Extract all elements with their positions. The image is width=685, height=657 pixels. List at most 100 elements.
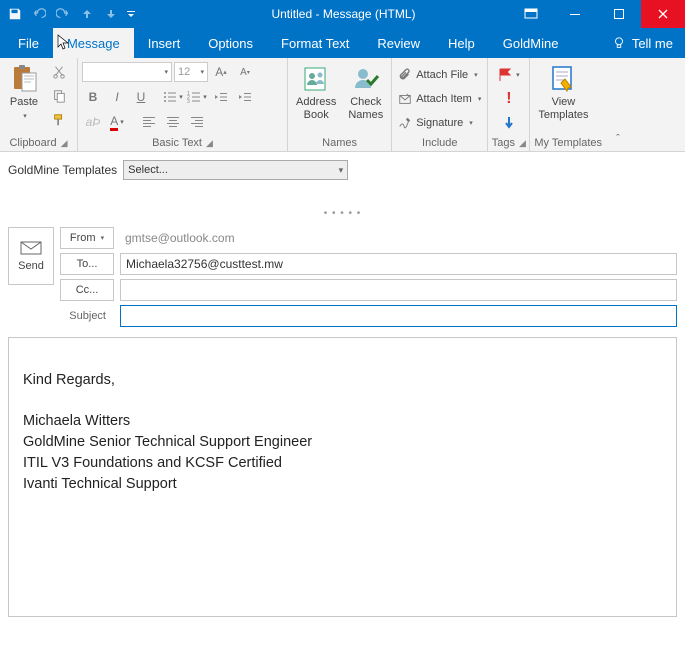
gm-templates-select[interactable]: Select...▾: [123, 160, 348, 180]
launcher-icon[interactable]: ◢: [61, 138, 68, 149]
cut-icon[interactable]: [48, 61, 70, 83]
follow-up-flag-icon[interactable]: ▾: [498, 64, 520, 86]
bold-button[interactable]: B: [82, 86, 104, 108]
attach-item-button[interactable]: Attach Item▾: [396, 88, 483, 110]
body-line: Michaela Witters: [23, 411, 662, 432]
message-header: Send From ▾ gmtse@outlook.com To... Cc..…: [0, 227, 685, 301]
font-name-selector[interactable]: ▾: [82, 62, 172, 82]
group-tags-title: Tags: [492, 137, 515, 149]
copy-icon[interactable]: [48, 85, 70, 107]
view-templates-button[interactable]: View Templates: [534, 61, 592, 123]
italic-button[interactable]: I: [106, 86, 128, 108]
align-center-icon[interactable]: [162, 111, 184, 133]
body-line: GoldMine Senior Technical Support Engine…: [23, 432, 662, 453]
window-title: Untitled - Message (HTML): [138, 7, 509, 21]
ribbon: Paste▾ Clipboard◢ ▾ 12▾ A▴ A▾ B I U: [0, 58, 685, 152]
address-book-label: Address Book: [296, 96, 336, 121]
body-line: Kind Regards,: [23, 370, 662, 391]
check-names-label: Check Names: [348, 96, 383, 121]
subject-label: Subject: [8, 310, 114, 322]
numbering-icon[interactable]: 123▾: [186, 86, 208, 108]
gm-templates-label: GoldMine Templates: [8, 163, 117, 177]
undo-icon[interactable]: [28, 3, 50, 25]
align-left-icon[interactable]: [138, 111, 160, 133]
cc-field[interactable]: [120, 279, 677, 301]
subject-field[interactable]: [120, 305, 677, 327]
paste-button[interactable]: Paste▾: [4, 61, 44, 123]
to-field[interactable]: [120, 253, 677, 275]
close-button[interactable]: [641, 0, 685, 28]
tab-file[interactable]: File: [4, 28, 53, 58]
tab-insert[interactable]: Insert: [134, 28, 195, 58]
attach-file-button[interactable]: Attach File▾: [396, 64, 479, 86]
body-line: ITIL V3 Foundations and KCSF Certified: [23, 453, 662, 474]
tell-me[interactable]: Tell me: [632, 36, 673, 51]
maximize-button[interactable]: [597, 0, 641, 28]
title-bar: Untitled - Message (HTML): [0, 0, 685, 28]
view-templates-label: View Templates: [538, 96, 588, 121]
grow-font-icon[interactable]: A▴: [210, 61, 232, 83]
signature-icon: [398, 116, 412, 130]
font-color-icon[interactable]: A▾: [106, 111, 128, 133]
attach-item-icon: [398, 92, 412, 106]
ribbon-tabs: File Message Insert Options Format Text …: [0, 28, 685, 58]
tab-options[interactable]: Options: [194, 28, 267, 58]
ribbon-display-icon[interactable]: [509, 0, 553, 28]
body-line: Ivanti Technical Support: [23, 474, 662, 495]
tab-help[interactable]: Help: [434, 28, 489, 58]
tab-review[interactable]: Review: [363, 28, 434, 58]
signature-button[interactable]: Signature▾: [396, 112, 475, 134]
templates-icon: [547, 63, 579, 95]
group-clipboard-title: Clipboard: [9, 137, 56, 149]
paste-label: Paste: [10, 96, 38, 108]
align-right-icon[interactable]: [186, 111, 208, 133]
customize-qat-icon[interactable]: [124, 3, 138, 25]
bullets-icon[interactable]: ▾: [162, 86, 184, 108]
to-button[interactable]: To...: [60, 253, 114, 275]
address-book-icon: [300, 63, 332, 95]
minimize-button[interactable]: [553, 0, 597, 28]
next-icon[interactable]: [100, 3, 122, 25]
group-include-title: Include: [422, 137, 457, 149]
cc-button[interactable]: Cc...: [60, 279, 114, 301]
lightbulb-icon: [612, 36, 626, 50]
low-importance-icon[interactable]: [498, 112, 520, 134]
increase-indent-icon[interactable]: [234, 86, 256, 108]
tab-message-label: Message: [67, 36, 120, 51]
clear-formatting-icon[interactable]: aÞ: [82, 111, 104, 133]
redo-icon[interactable]: [52, 3, 74, 25]
group-basic-text: ▾ 12▾ A▴ A▾ B I U ▾ 123▾ aÞ A▾: [78, 58, 288, 151]
check-names-button[interactable]: Check Names: [344, 61, 387, 123]
cursor-icon: [57, 34, 71, 52]
underline-button[interactable]: U: [130, 86, 152, 108]
paste-icon: [8, 63, 40, 95]
previous-icon[interactable]: [76, 3, 98, 25]
format-painter-icon[interactable]: [48, 109, 70, 131]
shrink-font-icon[interactable]: A▾: [234, 61, 256, 83]
window-controls: [509, 0, 685, 28]
group-basic-text-title: Basic Text: [152, 137, 202, 149]
group-include: Attach File▾ Attach Item▾ Signature▾ Inc…: [392, 58, 488, 151]
send-label: Send: [18, 260, 44, 272]
decrease-indent-icon[interactable]: [210, 86, 232, 108]
send-icon: [20, 240, 42, 256]
tab-message[interactable]: Message: [53, 28, 134, 58]
quick-access-toolbar: [0, 3, 138, 25]
group-names-title: Names: [322, 137, 357, 149]
message-body[interactable]: Kind Regards, Michaela Witters GoldMine …: [8, 337, 677, 617]
font-size-selector[interactable]: 12▾: [174, 62, 208, 82]
separator-dots: • • • • •: [0, 188, 685, 227]
high-importance-icon[interactable]: !: [498, 88, 520, 110]
from-button[interactable]: From ▾: [60, 227, 114, 249]
send-button[interactable]: Send: [8, 227, 54, 285]
launcher-icon[interactable]: ◢: [206, 138, 213, 149]
goldmine-templates-bar: GoldMine Templates Select...▾: [0, 152, 685, 188]
tab-format-text[interactable]: Format Text: [267, 28, 363, 58]
launcher-icon[interactable]: ◢: [519, 138, 526, 149]
group-clipboard: Paste▾ Clipboard ◢: [0, 58, 78, 151]
tab-goldmine[interactable]: GoldMine: [489, 28, 573, 58]
collapse-ribbon-icon[interactable]: ˆ: [606, 58, 630, 151]
paperclip-icon: [398, 68, 412, 82]
address-book-button[interactable]: Address Book: [292, 61, 340, 123]
save-icon[interactable]: [4, 3, 26, 25]
